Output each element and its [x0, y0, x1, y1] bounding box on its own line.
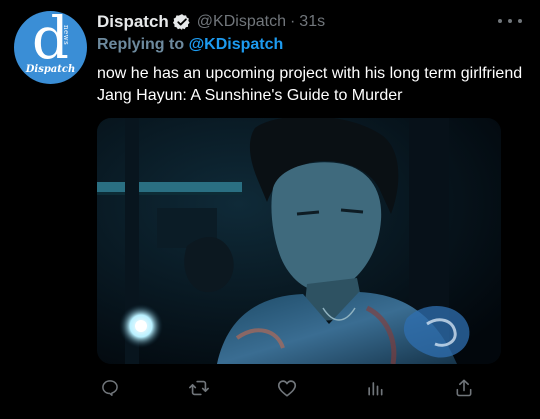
comment-icon: [102, 380, 118, 396]
avatar-letter: d: [31, 11, 70, 72]
more-dot: [518, 19, 522, 23]
like-button[interactable]: [275, 376, 299, 400]
timestamp[interactable]: 31s: [299, 13, 325, 31]
more-options-icon[interactable]: [498, 13, 522, 29]
avatar-brand: Dispatch: [25, 64, 76, 75]
share-button[interactable]: [452, 376, 476, 400]
retweet-icon: [189, 380, 209, 396]
tweet-actions: [0, 376, 540, 404]
reply-mention-link[interactable]: @KDispatch: [189, 36, 284, 53]
views-button[interactable]: [363, 376, 387, 400]
separator-dot: ·: [289, 13, 296, 30]
avatar[interactable]: d news Dispatch: [14, 11, 87, 84]
analytics-icon: [368, 382, 383, 396]
tweet-text: now he has an upcoming project with his …: [97, 65, 523, 104]
retweet-button[interactable]: [187, 376, 211, 400]
verified-badge-icon: [172, 14, 190, 30]
heart-icon: [277, 380, 297, 397]
more-dot: [498, 19, 502, 23]
replying-to-label: Replying to: [97, 36, 189, 53]
author-handle[interactable]: @KDispatch: [197, 13, 286, 31]
tweet[interactable]: d news Dispatch Dispatch @KDispatch · 31…: [0, 0, 540, 419]
more-dot: [508, 19, 512, 23]
author-name[interactable]: Dispatch: [97, 12, 169, 32]
media-scene: [97, 118, 501, 364]
share-icon: [456, 379, 472, 397]
tweet-header: Dispatch @KDispatch · 31s: [97, 11, 325, 33]
replying-to: Replying to @KDispatch: [97, 36, 283, 54]
reply-button[interactable]: [98, 376, 122, 400]
tweet-media-image[interactable]: [97, 118, 501, 364]
avatar-side-text: news: [62, 25, 70, 46]
